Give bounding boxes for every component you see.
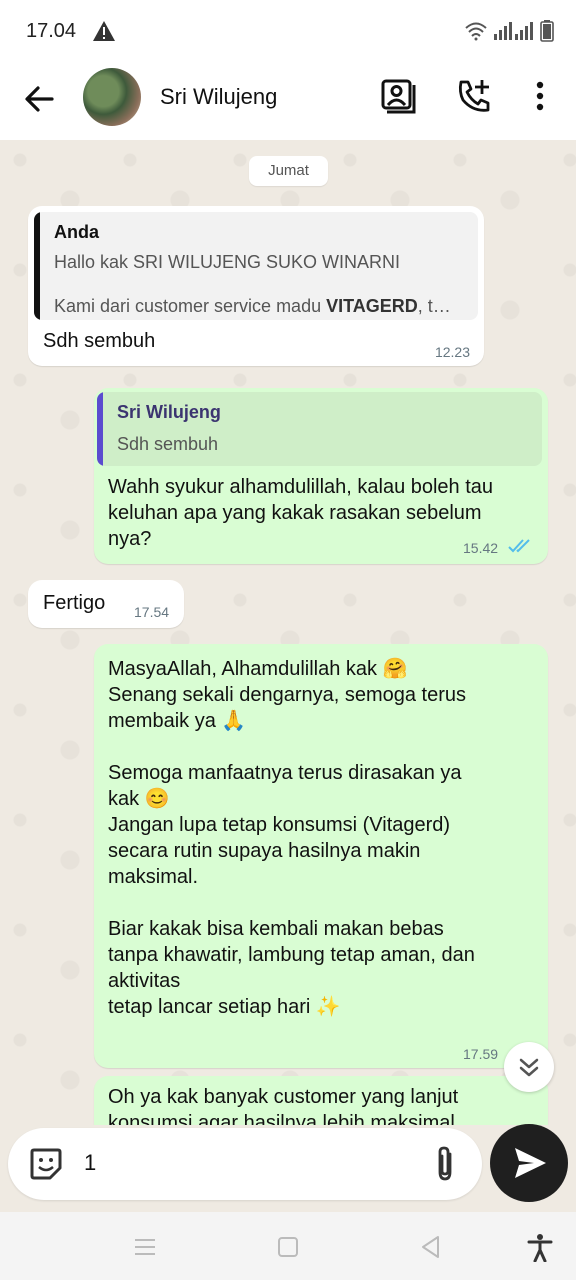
sticker-icon[interactable] [28,1146,64,1182]
menu-nav-icon[interactable] [130,1232,160,1262]
quote-bar [34,212,40,320]
avatar[interactable] [83,68,141,126]
accessibility-icon[interactable] [525,1232,555,1262]
battery-icon [540,20,554,42]
scroll-down-button[interactable] [504,1042,554,1092]
back-nav-icon[interactable] [416,1232,446,1262]
add-call-icon[interactable] [455,76,495,116]
system-nav-bar [0,1212,576,1280]
signal-icon [494,22,533,40]
message-bubble-outgoing[interactable]: Sri Wilujeng Sdh sembuh Wahh syukur alha… [94,388,548,564]
quote-bar [97,392,103,466]
message-time: 17.59 [463,1046,499,1062]
message-text: Oh ya kak banyak customer yang lanjut ko… [108,1086,459,1125]
message-bubble-outgoing[interactable]: MasyaAllah, Alhamdulillah kak 🤗 Senang s… [94,644,548,1068]
quoted-message[interactable]: Sri Wilujeng Sdh sembuh [97,392,542,466]
wifi-icon [465,22,487,41]
contact-card-icon[interactable] [378,76,418,116]
message-time: 15.42 [463,540,499,556]
send-button[interactable] [490,1124,568,1202]
message-bubble-incoming[interactable]: Fertigo 17.54 [28,580,184,628]
message-bubble-outgoing[interactable]: Oh ya kak banyak customer yang lanjut ko… [94,1076,548,1125]
status-icons [464,20,554,42]
status-bar: 17.04 [0,0,576,62]
quote-line: Hallo kak SRI WILUJENG SUKO WINARNI [54,252,401,272]
message-input[interactable]: 1 [84,1150,96,1176]
message-list[interactable]: Jumat Anda Hallo kak SRI WILUJENG SUKO W… [0,140,576,1125]
back-icon[interactable] [20,80,58,118]
message-text: Wahh syukur alhamdulillah, kalau boleh t… [108,476,494,550]
message-composer: 1 [8,1128,482,1200]
more-icon[interactable] [520,76,560,116]
message-text: Sdh sembuh [43,330,156,352]
message-time: 12.23 [434,344,470,360]
home-nav-icon[interactable] [273,1232,303,1262]
quote-line-2: Kami dari customer service madu VITAGERD… [54,296,451,316]
attach-icon[interactable] [430,1144,460,1184]
status-time: 17.04 [26,20,77,42]
message-text: MasyaAllah, Alhamdulillah kak 🤗 Senang s… [108,658,475,1018]
chat-header: Sri Wilujeng [0,62,576,140]
message-bubble-incoming[interactable]: Anda Hallo kak SRI WILUJENG SUKO WINARNI… [28,206,484,366]
quote-line: Sdh sembuh [117,434,219,454]
scroll-down-icon [519,1058,539,1077]
quote-author: Sri Wilujeng [117,402,221,422]
message-time: 17.54 [134,604,170,620]
send-icon [515,1148,546,1178]
warning-icon [93,21,115,41]
quoted-message[interactable]: Anda Hallo kak SRI WILUJENG SUKO WINARNI… [34,212,478,320]
date-chip: Jumat [249,156,328,186]
read-ticks-icon [508,539,530,553]
quote-author: Anda [54,222,99,242]
message-text: Fertigo [43,592,106,614]
contact-name[interactable]: Sri Wilujeng [160,84,277,110]
